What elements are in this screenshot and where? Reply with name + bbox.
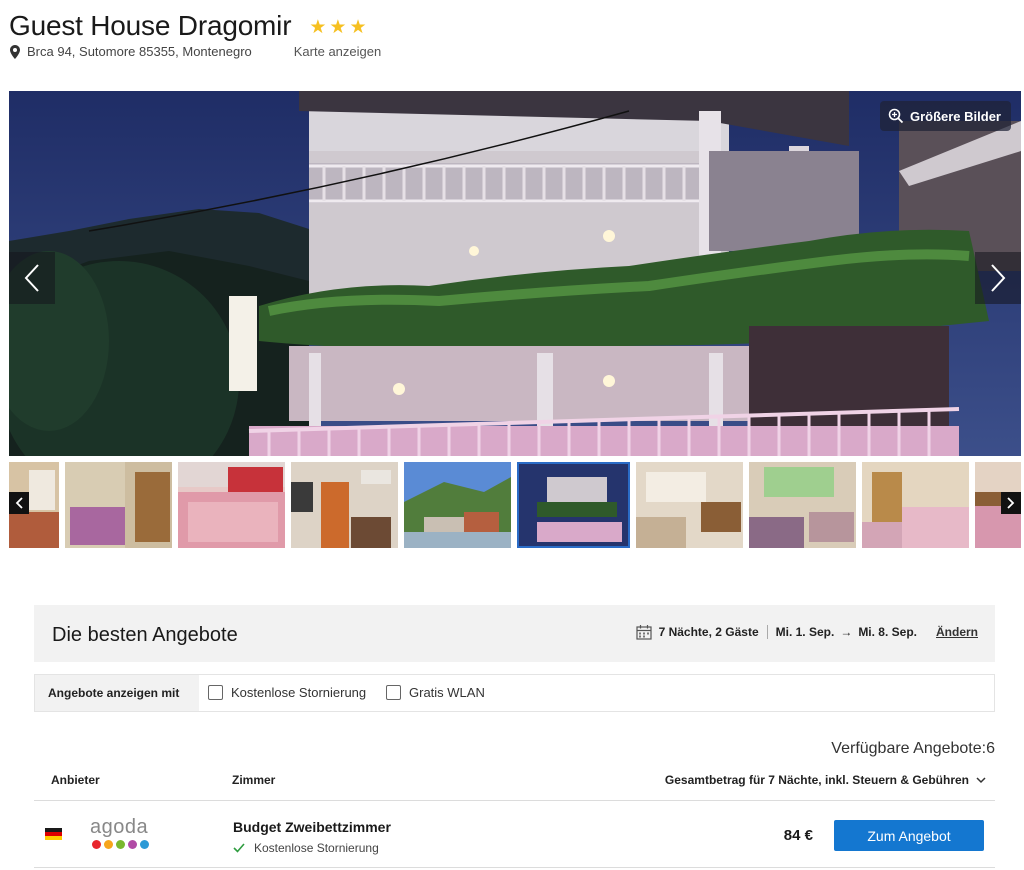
column-provider: Anbieter xyxy=(51,773,100,787)
star-rating: ★ ★ ★ xyxy=(309,18,366,37)
free-wifi-label: Gratis WLAN xyxy=(409,685,485,700)
zoom-icon xyxy=(888,108,904,124)
offer-row: agoda Budget Zweibettzimmer Kostenlose S… xyxy=(34,801,995,867)
pin-icon xyxy=(10,44,20,59)
hotel-header: Guest House Dragomir ★ ★ ★ xyxy=(9,10,366,42)
show-map-link[interactable]: Karte anzeigen xyxy=(294,44,381,59)
star-icon: ★ xyxy=(329,16,347,38)
thumbnails-next-button[interactable] xyxy=(1001,492,1021,514)
hotel-address: Brca 94, Sutomore 85355, Montenegro xyxy=(27,44,252,59)
previous-photo-button[interactable] xyxy=(9,252,55,304)
checkmark-icon xyxy=(233,843,245,853)
offer-filters: Angebote anzeigen mit Kostenlose Stornie… xyxy=(34,674,995,712)
table-divider xyxy=(34,867,995,868)
thumbnail[interactable] xyxy=(178,462,285,548)
divider xyxy=(766,625,768,639)
free-cancellation-checkbox[interactable] xyxy=(208,685,223,700)
chevron-right-icon xyxy=(1007,497,1015,509)
thumbnail-selected[interactable] xyxy=(517,462,630,548)
offers-header: Die besten Angebote 7 Nächte, 2 Gäste Mi… xyxy=(34,605,995,662)
column-total-sort[interactable]: Gesamtbetrag für 7 Nächte, inkl. Steuern… xyxy=(665,773,986,787)
to-offer-button[interactable]: Zum Angebot xyxy=(834,820,984,851)
column-total-label: Gesamtbetrag für 7 Nächte, inkl. Steuern… xyxy=(664,773,969,787)
thumbnail-strip xyxy=(9,462,1021,548)
chevron-left-icon xyxy=(24,264,39,292)
germany-flag-icon xyxy=(45,828,62,840)
offer-price: 84 € xyxy=(783,827,813,844)
agoda-wordmark: agoda xyxy=(90,816,149,838)
stay-nights-guests: 7 Nächte, 2 Gäste xyxy=(658,625,759,639)
change-dates-link[interactable]: Ändern xyxy=(936,625,978,639)
hotel-name: Guest House Dragomir xyxy=(9,10,292,41)
next-photo-button[interactable] xyxy=(975,252,1021,304)
hotel-photo-image xyxy=(9,91,1021,456)
thumbnail[interactable] xyxy=(291,462,398,548)
column-room: Zimmer xyxy=(232,773,276,787)
calendar-icon xyxy=(635,625,652,640)
chevron-down-icon xyxy=(976,777,986,784)
arrow-right-icon: → xyxy=(840,625,853,639)
filter-free-cancellation[interactable]: Kostenlose Stornierung xyxy=(208,685,366,700)
filter-free-wifi[interactable]: Gratis WLAN xyxy=(386,685,485,700)
stay-summary: 7 Nächte, 2 Gäste Mi. 1. Sep. → Mi. 8. S… xyxy=(635,624,978,640)
thumbnail[interactable] xyxy=(749,462,856,548)
larger-images-label: Größere Bilder xyxy=(909,108,1001,124)
thumbnail[interactable] xyxy=(65,462,172,548)
agoda-dots xyxy=(92,840,149,849)
cancellation-note: Kostenlose Stornierung xyxy=(233,841,379,855)
agoda-logo: agoda xyxy=(90,817,149,849)
thumbnail[interactable] xyxy=(404,462,511,548)
address-row: Brca 94, Sutomore 85355, Montenegro Kart… xyxy=(10,44,381,59)
star-icon: ★ xyxy=(309,16,327,38)
cancellation-note-text: Kostenlose Stornierung xyxy=(254,841,379,855)
thumbnail[interactable] xyxy=(636,462,743,548)
checkout-date: Mi. 8. Sep. xyxy=(858,625,917,639)
star-icon: ★ xyxy=(349,16,367,38)
offers-title: Die besten Angebote xyxy=(52,624,238,646)
thumbnail[interactable] xyxy=(862,462,969,548)
larger-images-button[interactable]: Größere Bilder xyxy=(879,101,1011,131)
room-name: Budget Zweibettzimmer xyxy=(233,819,391,835)
available-offers-count: Verfügbare Angebote:6 xyxy=(831,740,995,757)
checkin-date: Mi. 1. Sep. xyxy=(775,625,835,639)
free-cancellation-label: Kostenlose Stornierung xyxy=(231,685,367,700)
filter-label: Angebote anzeigen mit xyxy=(35,675,199,711)
main-photo[interactable]: Größere Bilder xyxy=(9,91,1021,456)
free-wifi-checkbox[interactable] xyxy=(386,685,401,700)
chevron-right-icon xyxy=(991,264,1006,292)
chevron-left-icon xyxy=(15,497,23,509)
thumbnails-previous-button[interactable] xyxy=(9,492,29,514)
